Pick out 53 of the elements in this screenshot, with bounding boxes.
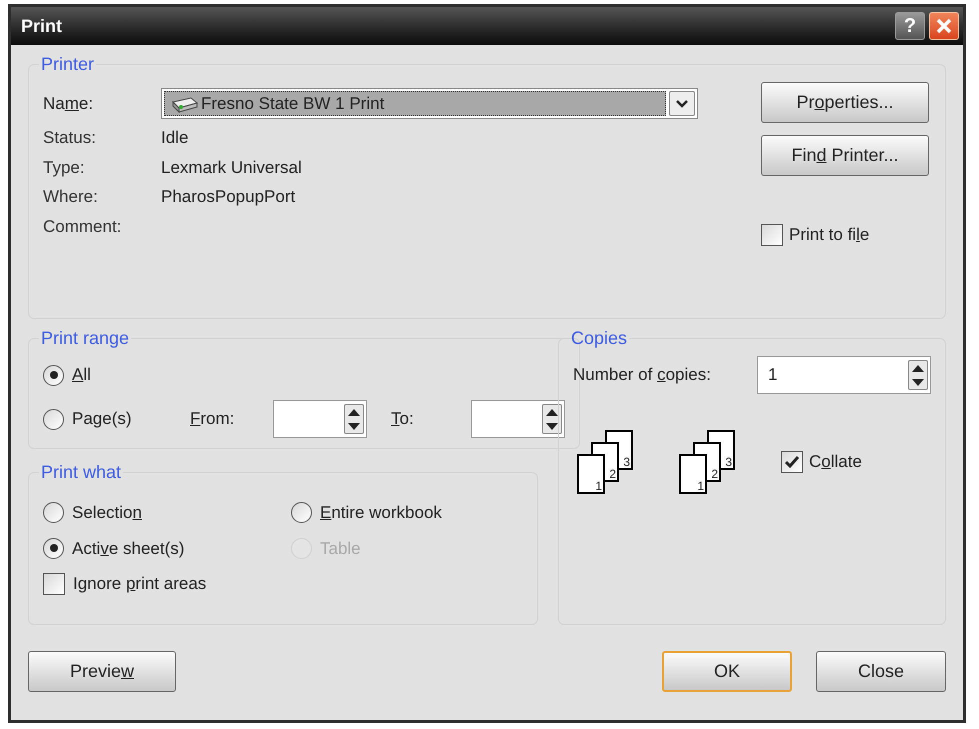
detail-label: Status: [43, 127, 97, 149]
detail-value: Lexmark Universal [161, 156, 302, 178]
detail-label: Comment: [43, 216, 122, 238]
spin-arrows-icon[interactable] [542, 404, 562, 434]
printer-name: Fresno State BW 1 Print [201, 92, 384, 115]
print-what-option-label: Active sheet(s) [72, 538, 184, 560]
name-label: Name: [43, 92, 94, 115]
dialog-button[interactable]: Close [816, 651, 946, 692]
checkbox[interactable] [43, 572, 65, 595]
group-title: Copies [570, 327, 628, 350]
page-stack-drawing: 1 2 3 [679, 430, 737, 494]
group-title: Print what [40, 461, 122, 484]
find-printer-button[interactable]: Find Printer... [761, 135, 929, 176]
radio-button[interactable] [43, 364, 64, 386]
range-option-label: Page(s) [72, 408, 133, 430]
spin-field[interactable] [273, 400, 367, 438]
spin-field[interactable]: 1 [757, 356, 931, 394]
detail-value: PharosPopupPort [161, 186, 296, 208]
number-of-copies-label: Number of copies: [573, 364, 711, 386]
spin-field[interactable] [471, 400, 565, 438]
properties-button[interactable]: Properties... [761, 82, 929, 123]
detail-label: Where: [43, 186, 99, 208]
close-button[interactable] [929, 12, 959, 40]
group-title: Printer [40, 53, 96, 76]
group-title: Print range [40, 327, 130, 350]
dialog-button[interactable]: OK [662, 651, 792, 692]
from-label: From: [190, 408, 236, 430]
checkbox[interactable] [761, 224, 783, 246]
radio-button[interactable] [291, 502, 312, 524]
print-what-option-label: Entire workbook [320, 502, 442, 524]
detail-value: Idle [161, 127, 188, 149]
page-stack-drawing: 1 2 3 [577, 430, 635, 494]
to-label: To: [391, 408, 415, 430]
close-icon [936, 18, 952, 34]
chevron-down-icon[interactable] [669, 91, 695, 116]
dialog-button[interactable]: Preview [28, 651, 176, 692]
spin-arrows-icon[interactable] [344, 404, 364, 434]
print-to-file-label: Print to file [789, 224, 870, 246]
collate-label: Collate [809, 451, 862, 474]
printer-name-dropdown[interactable]: Fresno State BW 1 Print [161, 88, 698, 119]
radio-button[interactable] [43, 408, 64, 430]
detail-label: Type: [43, 156, 86, 178]
ignore-print-areas-label: Ignore print areas [73, 573, 206, 595]
print-what-option-label: Table [320, 538, 361, 560]
help-button[interactable]: ? [895, 12, 925, 40]
window-title: Print [21, 14, 62, 38]
radio-button[interactable] [43, 502, 64, 524]
range-option-label: All [72, 364, 92, 386]
radio-button[interactable] [43, 538, 64, 559]
print-what-option-label: Selection [72, 502, 142, 524]
checkbox[interactable] [781, 451, 803, 473]
check-icon [785, 456, 799, 468]
spin-arrows-icon[interactable] [908, 360, 928, 390]
